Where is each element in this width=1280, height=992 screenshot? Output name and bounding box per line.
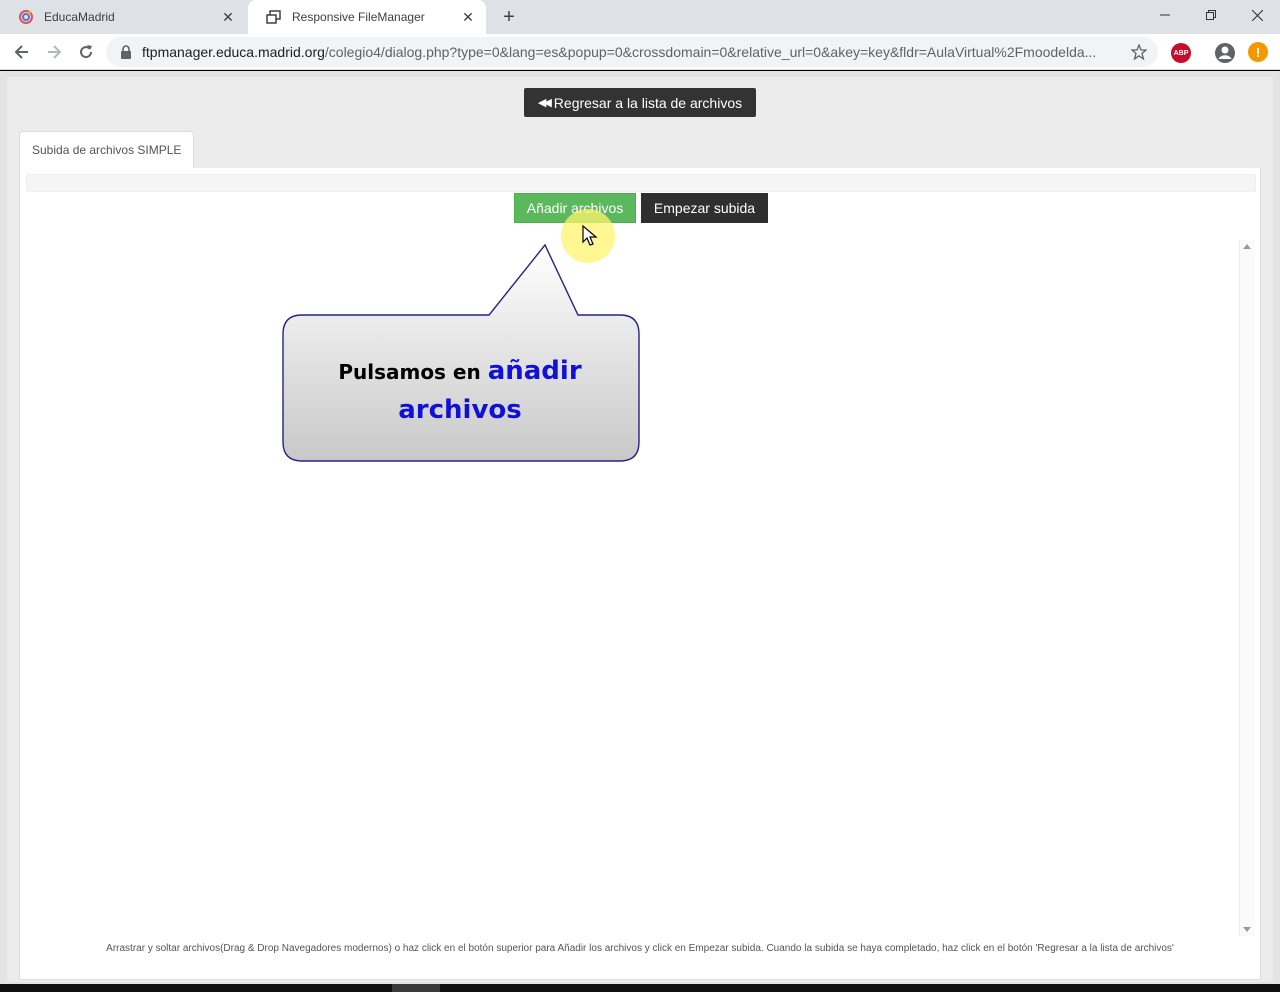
tab-title: EducaMadrid (44, 10, 115, 24)
address-bar[interactable]: ftpmanager.educa.madrid.org/colegio4/dia… (106, 37, 1158, 67)
profile-avatar-icon[interactable] (1214, 42, 1236, 64)
taskbar-item[interactable] (392, 984, 440, 992)
browser-tab-strip: EducaMadrid ✕ Responsive FileManager ✕ + (0, 0, 1280, 34)
callout-lead: Pulsamos en (338, 360, 481, 384)
back-to-file-list-button[interactable]: ◀◀ Regresar a la lista de archivos (524, 88, 756, 117)
close-tab-icon[interactable]: ✕ (220, 9, 236, 25)
back-to-file-list-label: Regresar a la lista de archivos (553, 94, 743, 111)
back-arrow-icon[interactable] (8, 38, 36, 66)
browser-toolbar: ftpmanager.educa.madrid.org/colegio4/dia… (0, 34, 1280, 70)
tab-title: Responsive FileManager (292, 10, 425, 24)
minimize-window-button[interactable] (1142, 0, 1188, 30)
upload-help-text: Arrastrar y soltar archivos(Drag & Drop … (106, 943, 1174, 954)
page-viewport: ◀◀ Regresar a la lista de archivos Subid… (0, 71, 1280, 984)
os-taskbar (0, 984, 1280, 992)
forward-arrow-icon[interactable] (40, 38, 68, 66)
new-tab-button[interactable]: + (498, 6, 520, 28)
double-chevron-left-icon: ◀◀ (537, 97, 552, 109)
restore-window-button[interactable] (1188, 0, 1234, 30)
tab-simple-upload[interactable]: Subida de archivos SIMPLE (19, 131, 195, 169)
scroll-up-arrow-icon[interactable] (1243, 244, 1251, 249)
filemanager-favicon-icon (266, 9, 282, 25)
upload-progress-bar (26, 174, 1256, 192)
browser-tab-educamadrid[interactable]: EducaMadrid ✕ (0, 0, 246, 34)
callout-message: Pulsamos en añadir archivos (300, 352, 620, 430)
url-path: /colegio4/dialog.php?type=0&lang=es&popu… (324, 44, 1097, 60)
adblock-extension-icon[interactable]: ABP (1171, 43, 1191, 63)
close-tab-icon[interactable]: ✕ (460, 9, 476, 25)
url-text[interactable]: ftpmanager.educa.madrid.org/colegio4/dia… (142, 44, 1128, 60)
lock-icon (120, 45, 134, 59)
browser-tab-filemanager[interactable]: Responsive FileManager ✕ (248, 0, 486, 34)
scroll-down-arrow-icon[interactable] (1243, 927, 1251, 932)
update-available-icon[interactable]: ! (1248, 42, 1268, 62)
reload-icon[interactable] (72, 38, 100, 66)
upload-tabs: Subida de archivos SIMPLE (19, 131, 1261, 169)
file-list-scrollbar[interactable] (1239, 240, 1255, 936)
close-window-button[interactable] (1234, 0, 1280, 30)
upload-panel: Añadir archivos Empezar subida Arrastrar… (19, 168, 1261, 980)
educamadrid-favicon-icon (18, 9, 34, 25)
filemanager-dialog: ◀◀ Regresar a la lista de archivos Subid… (7, 77, 1273, 982)
start-upload-button[interactable]: Empezar subida (641, 193, 768, 223)
url-host: ftpmanager.educa.madrid.org (142, 44, 325, 60)
bookmark-star-icon[interactable] (1128, 41, 1150, 63)
